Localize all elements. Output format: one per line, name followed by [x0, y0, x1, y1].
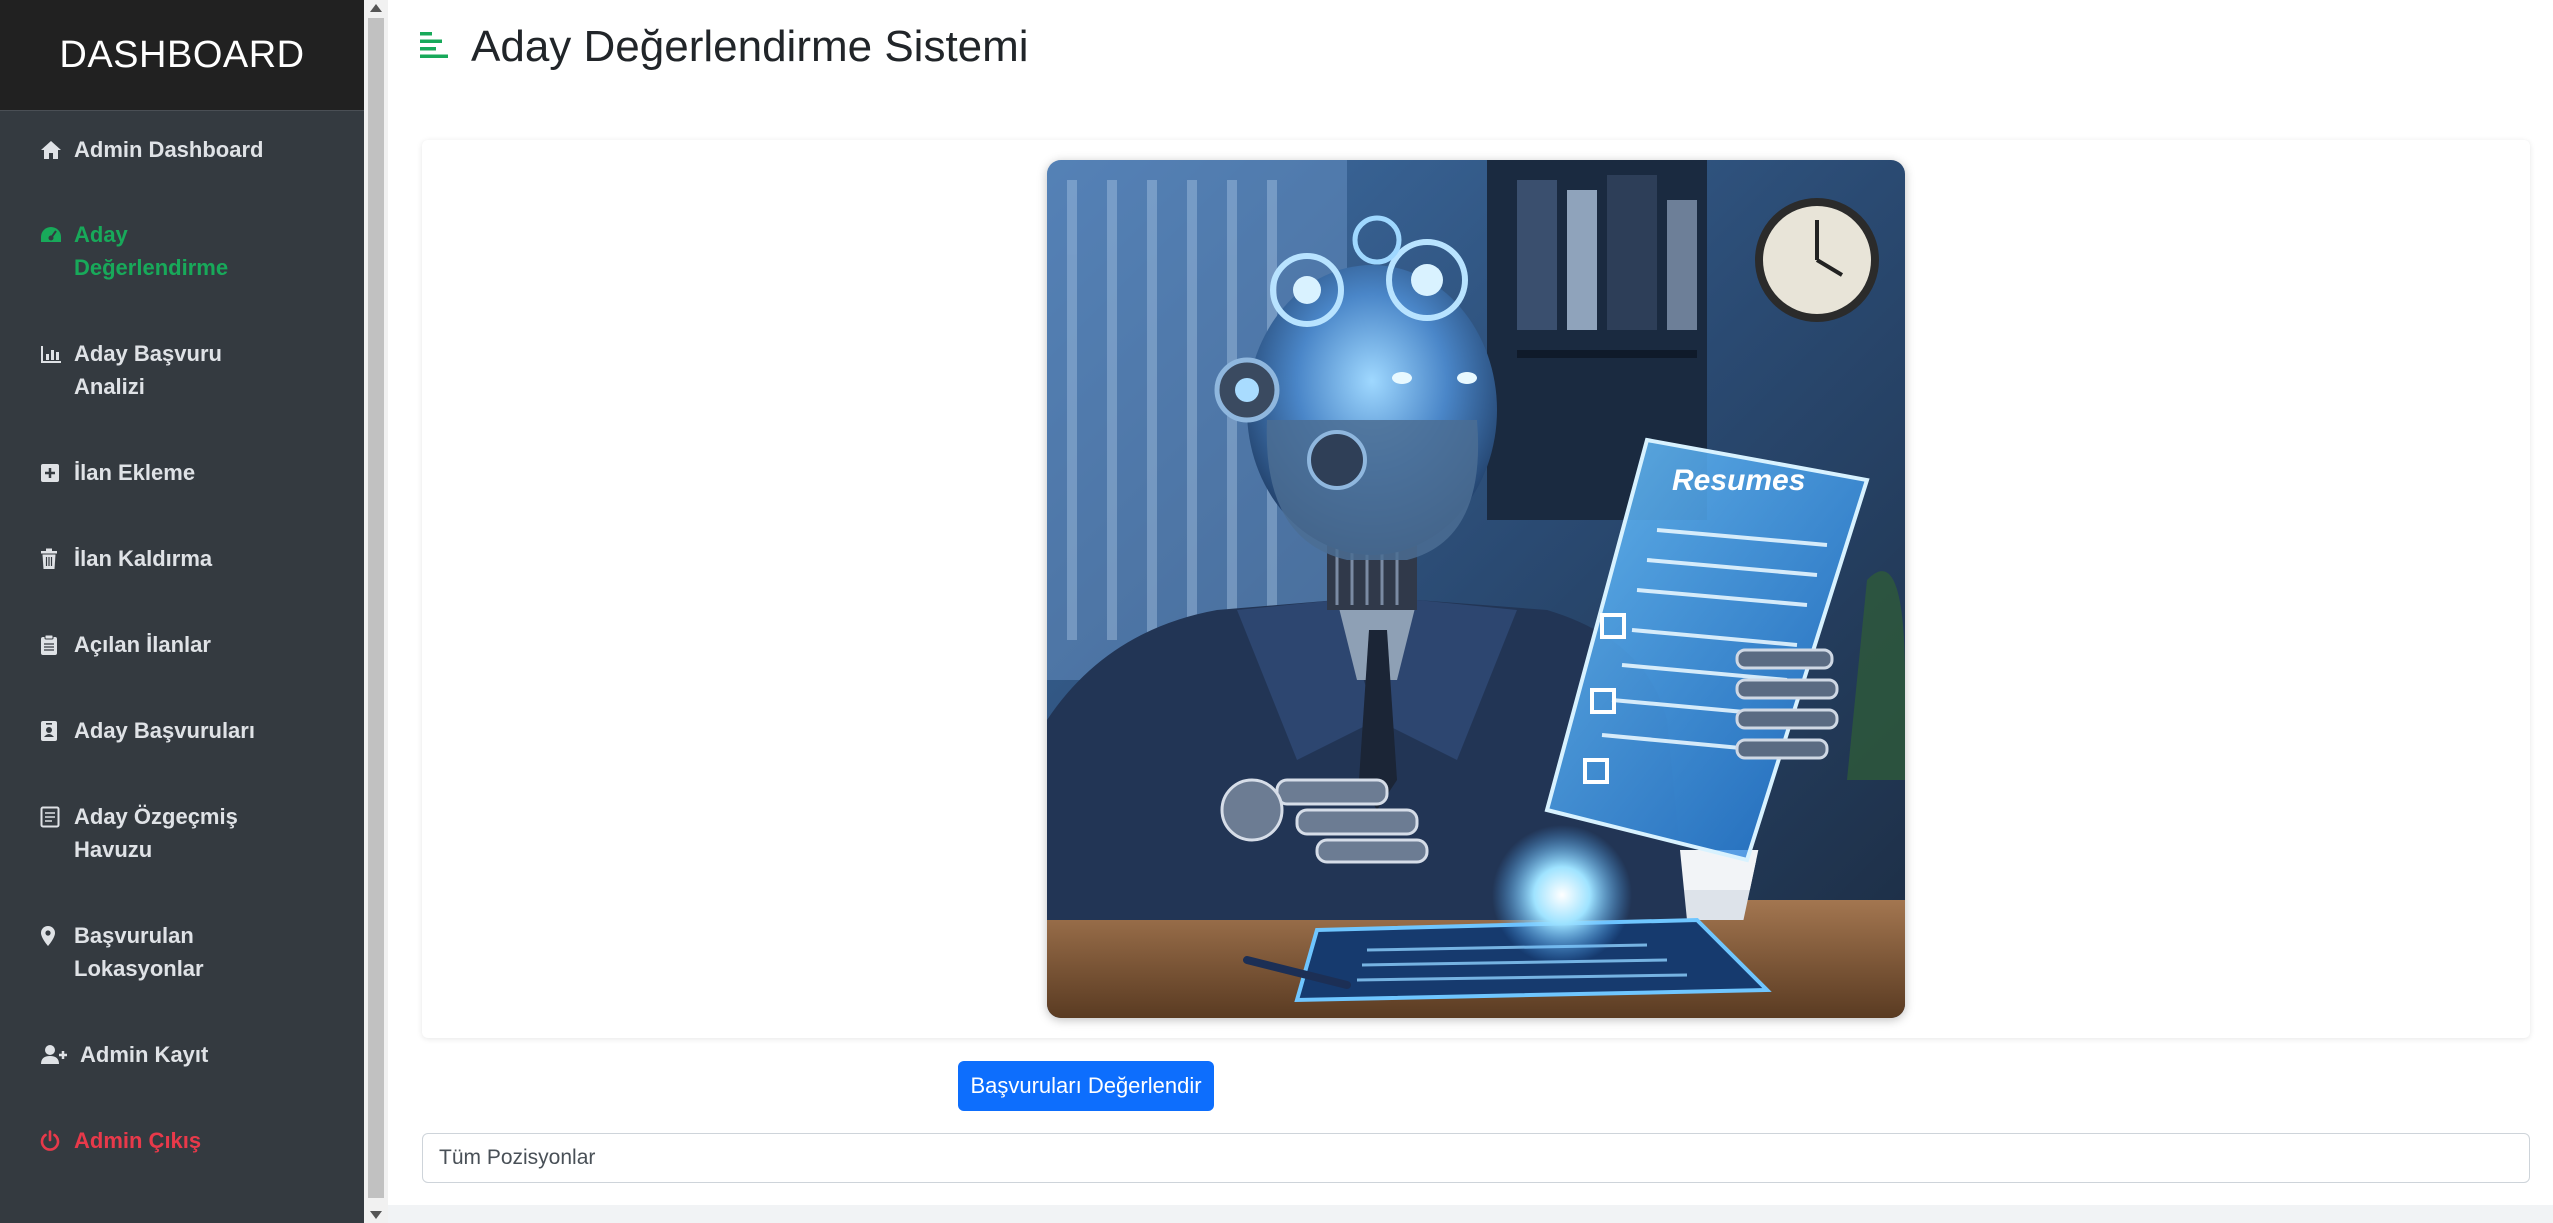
clipboard-icon [40, 628, 64, 661]
position-select[interactable]: Tüm Pozisyonlar [422, 1133, 2530, 1183]
sidebar-item-aday-ozgecmis-havuzu[interactable]: Aday Özgeçmiş Havuzu [0, 800, 364, 866]
sidebar-nav: Admin Dashboard Aday Değerlendirme Aday … [0, 111, 364, 1157]
chart-icon [40, 337, 64, 370]
page-title: Aday Değerlendirme Sistemi [471, 22, 1029, 71]
user-plus-icon [40, 1038, 70, 1071]
sidebar-item-admin-cikis[interactable]: Admin Çıkış [0, 1124, 364, 1157]
gauge-icon [40, 218, 64, 251]
scroll-up-arrow-icon[interactable] [370, 4, 382, 12]
trash-icon [40, 542, 64, 575]
sidebar-item-aday-degerlendirme[interactable]: Aday Değerlendirme [0, 218, 364, 284]
sidebar-item-admin-dashboard[interactable]: Admin Dashboard [0, 133, 364, 166]
scroll-down-arrow-icon[interactable] [370, 1211, 382, 1219]
home-icon [40, 133, 64, 166]
scrollbar-thumb[interactable] [368, 18, 384, 1198]
plus-square-icon [40, 456, 64, 489]
ai-robot-illustration: Resumes [1047, 160, 1905, 1018]
sidebar-item-admin-kayit[interactable]: Admin Kayıt [0, 1038, 364, 1071]
id-badge-icon [40, 714, 64, 747]
hero-card: Resumes [422, 140, 2530, 1038]
sidebar-item-acilan-ilanlar[interactable]: Açılan İlanlar [0, 628, 364, 661]
sidebar: DASHBOARD Admin Dashboard Aday Değerlend… [0, 0, 364, 1223]
sidebar-item-basvurulan-lokasyonlar[interactable]: Başvurulan Lokasyonlar [0, 919, 364, 985]
page-header: Aday Değerlendirme Sistemi [419, 22, 1029, 72]
sidebar-item-aday-basvuru-analizi[interactable]: Aday Başvuru Analizi [0, 337, 364, 403]
evaluate-applications-button[interactable]: Başvuruları Değerlendir [958, 1061, 1214, 1111]
sidebar-item-aday-basvurulari[interactable]: Aday Başvuruları [0, 714, 364, 747]
sidebar-item-ilan-kaldirma[interactable]: İlan Kaldırma [0, 542, 364, 575]
hero-screen-title: Resumes [1672, 464, 1805, 497]
main-content: Aday Değerlendirme Sistemi Resumes Başvu… [388, 0, 2553, 1205]
sidebar-scrollbar[interactable] [364, 0, 388, 1223]
document-icon [40, 800, 64, 833]
position-select-value: Tüm Pozisyonlar [439, 1146, 596, 1169]
power-icon [40, 1124, 64, 1157]
align-left-icon[interactable] [419, 30, 449, 65]
sidebar-brand[interactable]: DASHBOARD [0, 0, 364, 111]
sidebar-item-ilan-ekleme[interactable]: İlan Ekleme [0, 456, 364, 489]
map-pin-icon [40, 919, 64, 952]
brand-title: DASHBOARD [59, 33, 305, 76]
page-footer-strip [388, 1205, 2553, 1223]
